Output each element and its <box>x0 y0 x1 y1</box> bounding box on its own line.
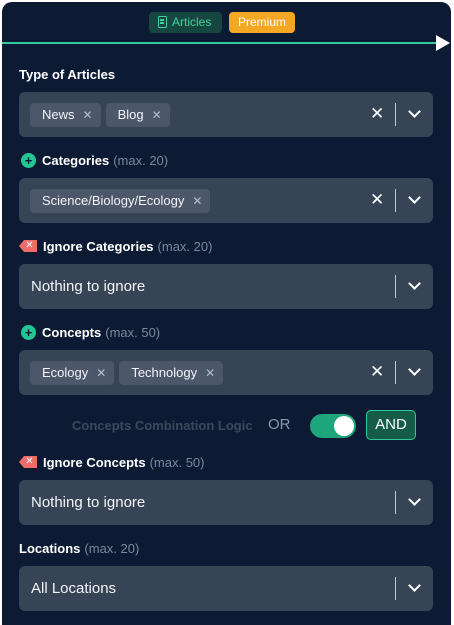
tab-premium-label: Premium <box>237 15 286 29</box>
chevron-down-icon[interactable] <box>408 277 421 290</box>
separator <box>395 491 396 514</box>
document-icon <box>158 16 167 28</box>
logic-toggle[interactable] <box>310 414 356 438</box>
filter-panel: Articles Premium Type of Articles News ✕… <box>2 2 451 625</box>
ignore-concepts-label: ✕ Ignore Concepts (max. 50) <box>17 453 204 471</box>
logic-or-option[interactable]: OR <box>268 416 291 433</box>
tab-premium[interactable]: Premium <box>229 12 295 33</box>
locations-title: Locations <box>19 540 81 556</box>
type-of-articles-label: Type of Articles <box>19 65 115 83</box>
tab-bar: Articles Premium <box>2 2 451 51</box>
remove-chip-icon[interactable]: ✕ <box>205 361 215 385</box>
chevron-down-icon[interactable] <box>408 105 421 118</box>
chip-news: News ✕ <box>30 103 101 127</box>
chevron-down-icon[interactable] <box>408 579 421 592</box>
logic-and-button[interactable]: AND <box>366 410 416 440</box>
clear-icon[interactable]: ✕ <box>370 104 384 124</box>
concepts-title: Concepts <box>42 324 102 340</box>
remove-chip-icon[interactable]: ✕ <box>96 361 106 385</box>
tab-articles[interactable]: Articles <box>149 12 222 33</box>
locations-max: (max. 20) <box>84 540 140 556</box>
ignore-categories-label: ✕ Ignore Categories (max. 20) <box>17 237 212 255</box>
chip-label: Blog <box>117 107 144 122</box>
logic-and-label: AND <box>375 416 407 433</box>
clear-icon[interactable]: ✕ <box>370 190 384 210</box>
chevron-down-icon[interactable] <box>408 191 421 204</box>
remove-chip-icon[interactable]: ✕ <box>192 189 202 213</box>
chip-label: News <box>42 107 75 122</box>
chip-ecology: Ecology ✕ <box>30 361 115 385</box>
separator <box>395 189 396 212</box>
ignore-categories-max: (max. 20) <box>157 238 213 254</box>
concepts-select[interactable]: Ecology ✕ Technology ✕ ✕ <box>19 350 433 395</box>
ignore-tag-icon[interactable]: ✕ <box>19 240 37 252</box>
chip-label: Technology <box>131 365 198 380</box>
type-of-articles-chips: News ✕ Blog ✕ <box>30 103 170 127</box>
chip-label: Science/Biology/Ecology <box>42 193 185 208</box>
separator <box>395 577 396 600</box>
ignore-concepts-select[interactable]: Nothing to ignore <box>19 480 433 525</box>
concepts-max: (max. 50) <box>105 324 161 340</box>
ignore-concepts-max: (max. 50) <box>149 454 205 470</box>
ignore-categories-title: Ignore Categories <box>43 238 154 254</box>
arrow-right-icon[interactable] <box>436 35 450 51</box>
tab-underline <box>2 42 438 44</box>
ignore-categories-placeholder: Nothing to ignore <box>31 278 146 295</box>
plus-circle-icon[interactable]: + <box>21 152 36 168</box>
tab-articles-label: Articles <box>172 15 212 29</box>
locations-select[interactable]: All Locations <box>19 566 433 611</box>
ignore-concepts-title: Ignore Concepts <box>43 454 146 470</box>
ignore-tag-icon[interactable]: ✕ <box>19 456 37 468</box>
categories-chips: Science/Biology/Ecology ✕ <box>30 189 211 213</box>
categories-select[interactable]: Science/Biology/Ecology ✕ ✕ <box>19 178 433 223</box>
categories-title: Categories <box>42 152 110 168</box>
chip-label: Ecology <box>42 365 89 380</box>
remove-chip-icon[interactable]: ✕ <box>152 103 162 127</box>
concepts-combination-logic-label: Concepts Combination Logic <box>72 418 253 433</box>
categories-label: + Categories (max. 20) <box>17 151 168 169</box>
locations-placeholder: All Locations <box>31 580 117 597</box>
separator <box>395 275 396 298</box>
separator <box>395 361 396 384</box>
chip-blog: Blog ✕ <box>105 103 170 127</box>
concepts-chips: Ecology ✕ Technology ✕ <box>30 361 224 385</box>
chip-technology: Technology ✕ <box>119 361 224 385</box>
separator <box>395 103 396 126</box>
concepts-label: + Concepts (max. 50) <box>17 323 160 341</box>
remove-chip-icon[interactable]: ✕ <box>83 103 93 127</box>
chip-science-biology-ecology: Science/Biology/Ecology ✕ <box>30 189 211 213</box>
chevron-down-icon[interactable] <box>408 493 421 506</box>
type-of-articles-select[interactable]: News ✕ Blog ✕ ✕ <box>19 92 433 137</box>
ignore-categories-select[interactable]: Nothing to ignore <box>19 264 433 309</box>
categories-max: (max. 20) <box>113 152 169 168</box>
plus-circle-icon[interactable]: + <box>21 324 36 340</box>
type-of-articles-title: Type of Articles <box>19 66 116 82</box>
locations-label: Locations (max. 20) <box>19 539 139 557</box>
toggle-knob <box>334 416 354 436</box>
clear-icon[interactable]: ✕ <box>370 362 384 382</box>
chevron-down-icon[interactable] <box>408 363 421 376</box>
ignore-concepts-placeholder: Nothing to ignore <box>31 494 146 511</box>
